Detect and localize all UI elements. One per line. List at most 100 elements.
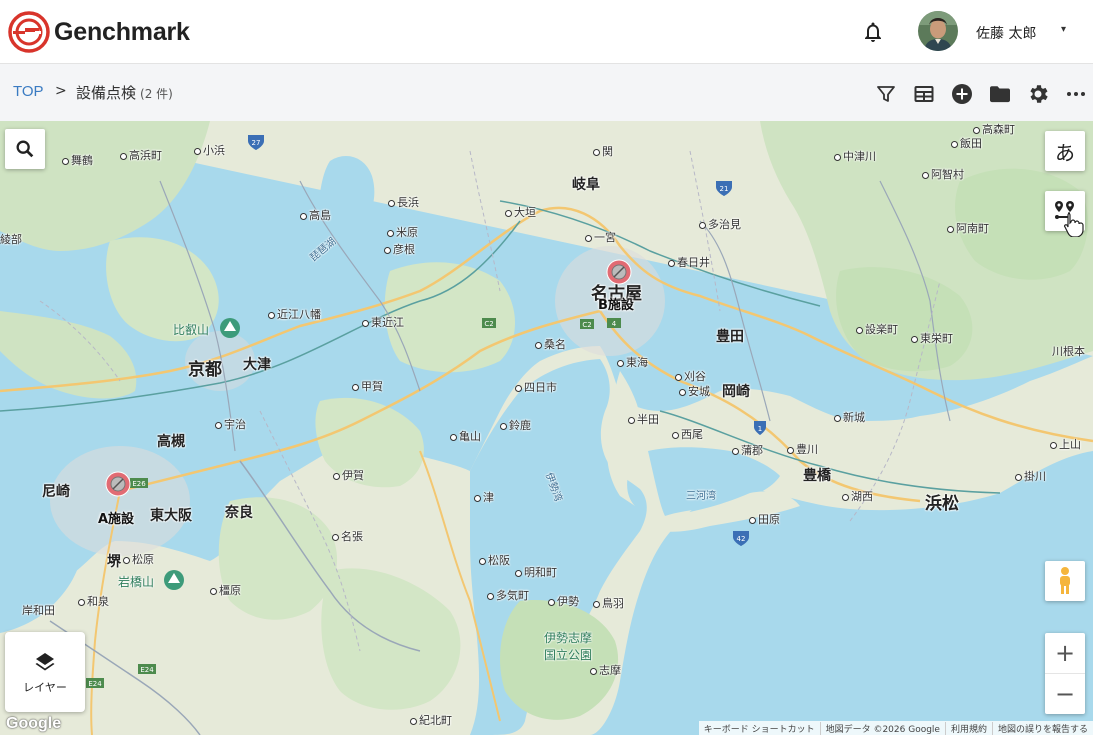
facility-marker-b[interactable] — [604, 257, 634, 291]
place-iwahashiyama: 岩橋山 — [118, 575, 155, 589]
place-gamagori: 蒲郡 — [732, 442, 763, 458]
hand-cursor-icon — [1062, 211, 1084, 241]
place-hikone: 彦根 — [384, 241, 415, 257]
place-seki: 関 — [593, 143, 613, 159]
place-tokai: 東海 — [617, 354, 648, 370]
place-toyokawa: 豊川 — [787, 441, 818, 457]
place-nabari: 名張 — [332, 528, 363, 544]
route-shield-c2b-icon: C2 — [580, 319, 594, 329]
svg-text:E24: E24 — [88, 680, 102, 688]
place-amagasaki: 尼崎 — [42, 484, 70, 500]
notification-bell-icon[interactable] — [861, 20, 885, 48]
place-omihachiman: 近江八幡 — [268, 306, 321, 322]
folder-icon[interactable] — [988, 82, 1012, 106]
place-kuwana: 桑名 — [535, 336, 566, 352]
map-view[interactable]: 27 21 1 42 C2 C2 4 E26 E24 E24 名古屋 京都 大津… — [0, 121, 1093, 735]
place-higashiosaka: 東大阪 — [150, 508, 192, 524]
place-anan: 阿南町 — [947, 220, 989, 236]
place-kihoku: 紀北町 — [410, 712, 452, 728]
place-nara: 奈良 — [225, 505, 253, 521]
user-menu-caret-icon[interactable]: ▾ — [1061, 24, 1066, 35]
search-icon — [16, 140, 34, 158]
report-error-link[interactable]: 地図の誤りを報告する — [991, 721, 1093, 735]
route-shield-e24-icon: E24 — [86, 678, 104, 688]
place-nishio: 西尾 — [672, 426, 703, 442]
place-nakatsugawa: 中津川 — [834, 148, 876, 164]
filter-icon[interactable] — [874, 82, 898, 106]
place-obama: 小浜 — [194, 142, 225, 158]
zoom-out-button[interactable]: − — [1045, 674, 1085, 714]
breadcrumb-separator: > — [55, 83, 67, 99]
place-sakai: 堺 — [107, 554, 121, 570]
park-hieizan-icon — [220, 318, 240, 338]
place-suzuka: 鈴鹿 — [500, 417, 531, 433]
place-kasugai: 春日井 — [668, 254, 710, 270]
place-takahama: 高浜町 — [120, 147, 162, 163]
breadcrumb-top-link[interactable]: TOP — [13, 83, 44, 100]
place-toyota: 豊田 — [716, 329, 744, 345]
place-kamiyama: 上山 — [1050, 436, 1081, 452]
place-shinshiro: 新城 — [834, 409, 865, 425]
street-view-pegman-button[interactable] — [1045, 561, 1085, 601]
brand-name: Genchmark — [54, 17, 190, 46]
place-hieizan: 比叡山 — [173, 323, 210, 337]
place-maibara: 米原 — [387, 224, 418, 240]
route-shield-e24b-icon: E24 — [138, 664, 156, 674]
svg-text:1: 1 — [758, 425, 762, 433]
place-meiwa: 明和町 — [515, 564, 557, 580]
place-yokkaichi: 四日市 — [515, 379, 557, 395]
place-kyoto: 京都 — [188, 360, 222, 380]
app-header: Genchmark 佐藤 太郎 ▾ — [0, 0, 1093, 64]
layer-button-label: レイヤー — [23, 681, 67, 694]
table-icon[interactable] — [912, 82, 936, 106]
place-kariya: 刈谷 — [675, 368, 706, 384]
facility-marker-a[interactable] — [103, 469, 133, 503]
user-avatar[interactable] — [918, 11, 958, 51]
place-ayabe: 綾部 — [0, 233, 22, 246]
place-kosai: 湖西 — [842, 488, 873, 504]
place-tajimi: 多治見 — [699, 216, 741, 232]
place-kakegawa: 掛川 — [1015, 468, 1046, 484]
place-iga: 伊賀 — [333, 467, 364, 483]
keyboard-shortcuts-link[interactable]: キーボード ショートカット — [699, 722, 820, 735]
place-kashihara: 橿原 — [210, 582, 241, 598]
place-handa: 半田 — [628, 411, 659, 427]
svg-text:E26: E26 — [132, 480, 146, 488]
place-kameyama: 亀山 — [450, 428, 481, 444]
place-nagahama: 長浜 — [388, 194, 419, 210]
route-shield-4-icon: 4 — [607, 318, 621, 328]
gear-icon[interactable] — [1026, 82, 1050, 106]
place-matsusaka: 松阪 — [479, 552, 510, 568]
add-circle-icon[interactable] — [950, 82, 974, 106]
map-search-button[interactable] — [5, 129, 45, 169]
layers-icon — [35, 653, 55, 671]
place-matsubara: 松原 — [123, 551, 154, 567]
svg-text:C2: C2 — [484, 320, 493, 328]
user-name[interactable]: 佐藤 太郎 — [976, 23, 1036, 43]
place-tsu: 津 — [474, 489, 494, 505]
brand-logo[interactable]: Genchmark — [8, 11, 190, 53]
map-attribution: キーボード ショートカット 地図データ ©2026 Google 利用規約 地図… — [698, 721, 1093, 735]
place-ise-park: 伊勢志摩 国立公園 — [544, 631, 593, 662]
layer-button[interactable]: レイヤー — [5, 632, 85, 712]
more-icon[interactable] — [1064, 82, 1088, 106]
place-toba: 鳥羽 — [593, 595, 624, 611]
place-higashiomi: 東近江 — [362, 314, 404, 330]
breadcrumb-current: 設備点検 (2 件) — [76, 82, 173, 103]
facility-marker-a-label[interactable]: A施設 — [98, 508, 134, 527]
facility-marker-b-label[interactable]: B施設 — [598, 294, 634, 313]
place-shitara: 設楽町 — [856, 321, 898, 337]
zoom-in-button[interactable]: + — [1045, 633, 1085, 674]
route-shield-42-icon: 42 — [733, 531, 749, 546]
language-toggle-button[interactable]: あ — [1045, 131, 1085, 171]
place-tahara: 田原 — [749, 511, 780, 527]
place-okazaki: 岡崎 — [722, 384, 750, 400]
terms-link[interactable]: 利用規約 — [944, 721, 992, 735]
place-anjo: 安城 — [679, 383, 710, 399]
place-ichinomiya: 一宮 — [585, 229, 616, 245]
svg-text:C2: C2 — [582, 321, 591, 329]
place-toei: 東栄町 — [911, 330, 953, 346]
place-takashima: 高島 — [300, 207, 331, 223]
place-mikawawan: 三河湾 — [686, 491, 716, 502]
place-takatsuki: 高槻 — [157, 434, 185, 450]
